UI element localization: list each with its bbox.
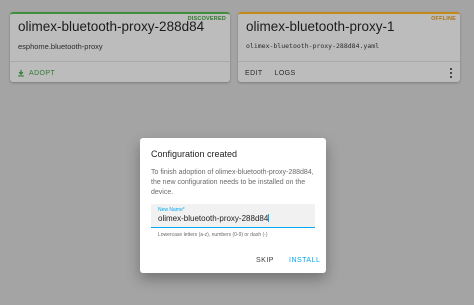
card-divider	[238, 61, 460, 62]
adopt-label: ADOPT	[29, 69, 56, 77]
configuration-created-dialog: Configuration created To finish adoption…	[140, 138, 326, 273]
install-button[interactable]: INSTALL	[289, 257, 320, 264]
text-caret	[268, 214, 270, 222]
device-card-discovered: DISCOVERED olimex-bluetooth-proxy-288d84…	[10, 12, 230, 82]
logs-button[interactable]: LOGS	[275, 70, 296, 77]
device-config-filename: olimex-bluetooth-proxy-288d84.yaml	[246, 42, 380, 50]
edit-button[interactable]: EDIT	[245, 70, 263, 77]
device-subtitle: esphome.bluetooth-proxy	[18, 42, 103, 51]
device-title: olimex-bluetooth-proxy-1	[246, 19, 395, 34]
new-name-field[interactable]: New Name* olimex-bluetooth-proxy-288d84	[151, 204, 315, 228]
field-label: New Name*	[158, 207, 185, 213]
status-badge: OFFLINE	[431, 16, 456, 22]
skip-button[interactable]: SKIP	[256, 257, 274, 264]
field-helper-text: Lowercase letters (a-z), numbers (0-9) o…	[158, 232, 268, 238]
more-vert-icon[interactable]	[449, 68, 453, 78]
card-divider	[10, 61, 230, 62]
device-card-offline: OFFLINE olimex-bluetooth-proxy-1 olimex-…	[238, 12, 460, 82]
device-title: olimex-bluetooth-proxy-288d84	[18, 19, 205, 34]
new-name-input[interactable]: olimex-bluetooth-proxy-288d84	[158, 214, 270, 223]
dialog-title: Configuration created	[151, 149, 238, 159]
dialog-message: To finish adoption of olimex-bluetooth-p…	[151, 169, 314, 196]
card-actions: EDIT LOGS	[245, 66, 453, 80]
card-actions: ADOPT	[17, 66, 223, 80]
field-value: olimex-bluetooth-proxy-288d84	[158, 214, 269, 223]
download-icon	[18, 69, 24, 77]
adopt-button[interactable]: ADOPT	[17, 69, 55, 77]
